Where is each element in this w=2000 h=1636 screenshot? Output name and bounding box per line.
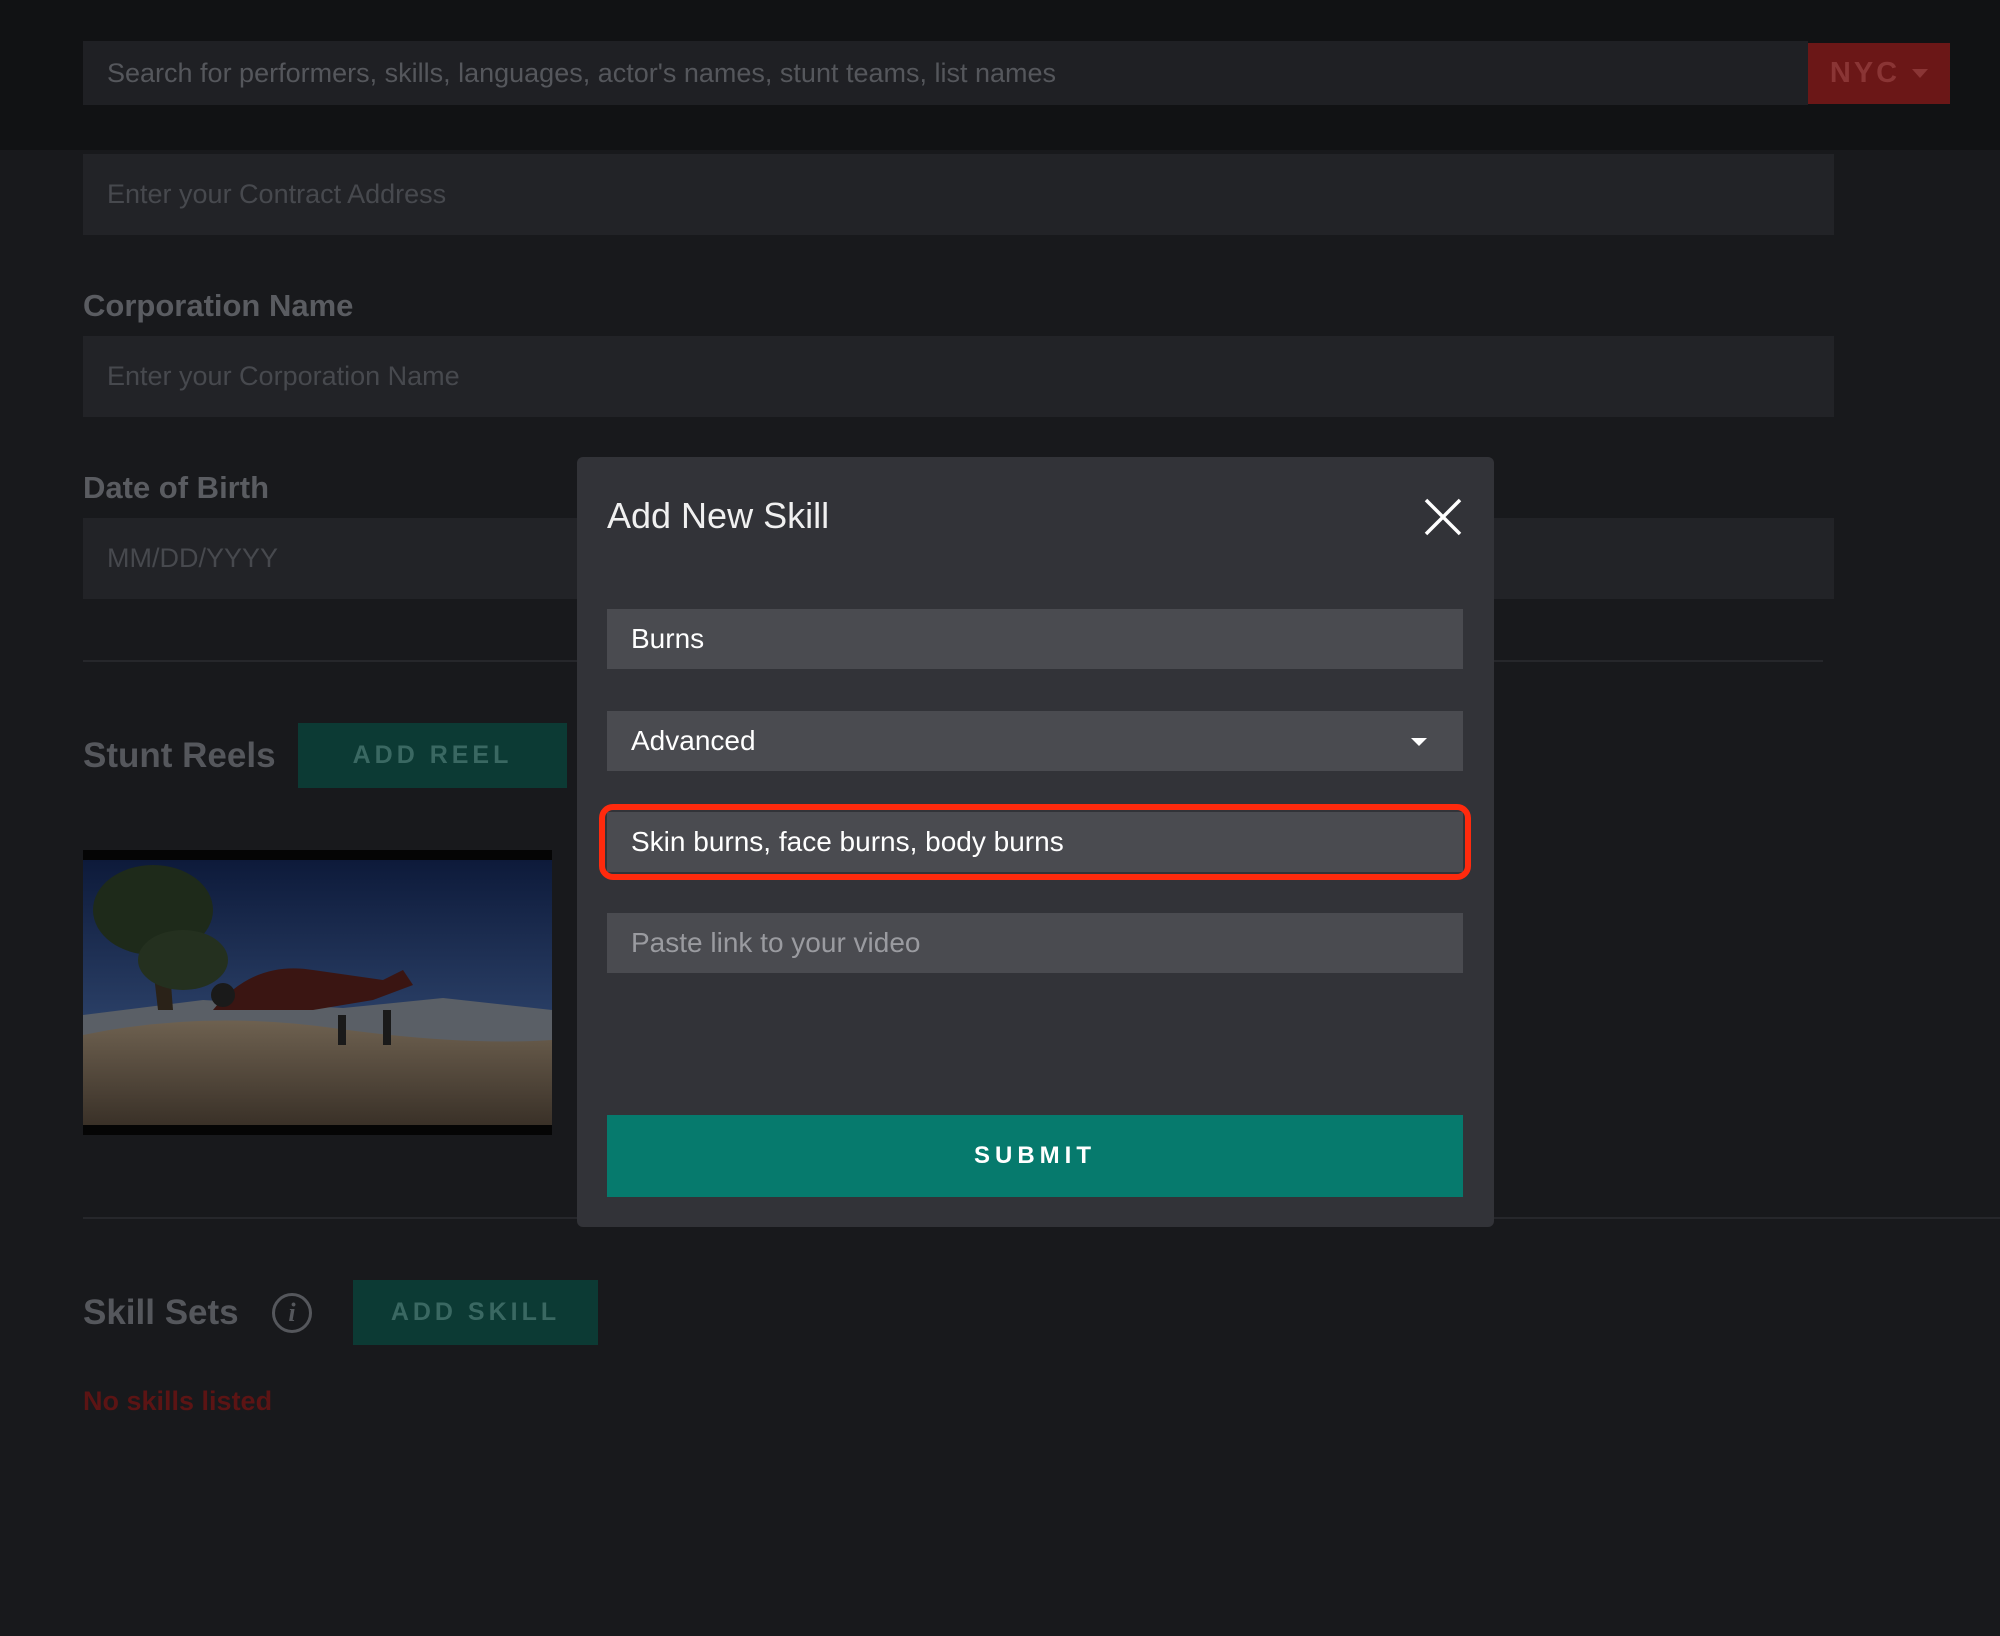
contract-address-field[interactable] [83, 154, 1834, 235]
add-skill-modal: Add New Skill Burns Advanced Skin burns,… [577, 457, 1494, 1227]
chevron-down-icon [1912, 69, 1929, 78]
city-selector-button[interactable]: NYC [1808, 43, 1950, 104]
focus-highlight [599, 804, 1471, 880]
chevron-down-icon [1411, 738, 1427, 746]
skill-sets-title: Skill Sets [83, 1293, 239, 1332]
add-reel-button[interactable]: ADD REEL [298, 723, 567, 788]
submit-button[interactable]: SUBMIT [607, 1115, 1463, 1197]
corporation-name-label: Corporation Name [83, 288, 354, 323]
city-label: NYC [1829, 57, 1901, 89]
modal-title: Add New Skill [607, 495, 830, 536]
stunt-reels-title: Stunt Reels [83, 736, 276, 775]
add-skill-button[interactable]: ADD SKILL [353, 1280, 598, 1345]
close-icon[interactable] [1423, 497, 1463, 537]
skill-name-input[interactable]: Burns [607, 609, 1463, 669]
search-input[interactable] [83, 41, 1808, 105]
no-skills-message: No skills listed [83, 1386, 273, 1416]
skill-name-value: Burns [631, 623, 705, 654]
corporation-name-field[interactable] [83, 336, 1834, 417]
info-icon[interactable]: i [272, 1293, 312, 1333]
date-of-birth-label: Date of Birth [83, 470, 269, 505]
video-link-input[interactable] [607, 913, 1463, 973]
stunt-reel-thumbnail[interactable] [83, 850, 552, 1135]
skill-level-select[interactable]: Advanced [607, 711, 1463, 771]
skill-level-value: Advanced [631, 725, 756, 756]
